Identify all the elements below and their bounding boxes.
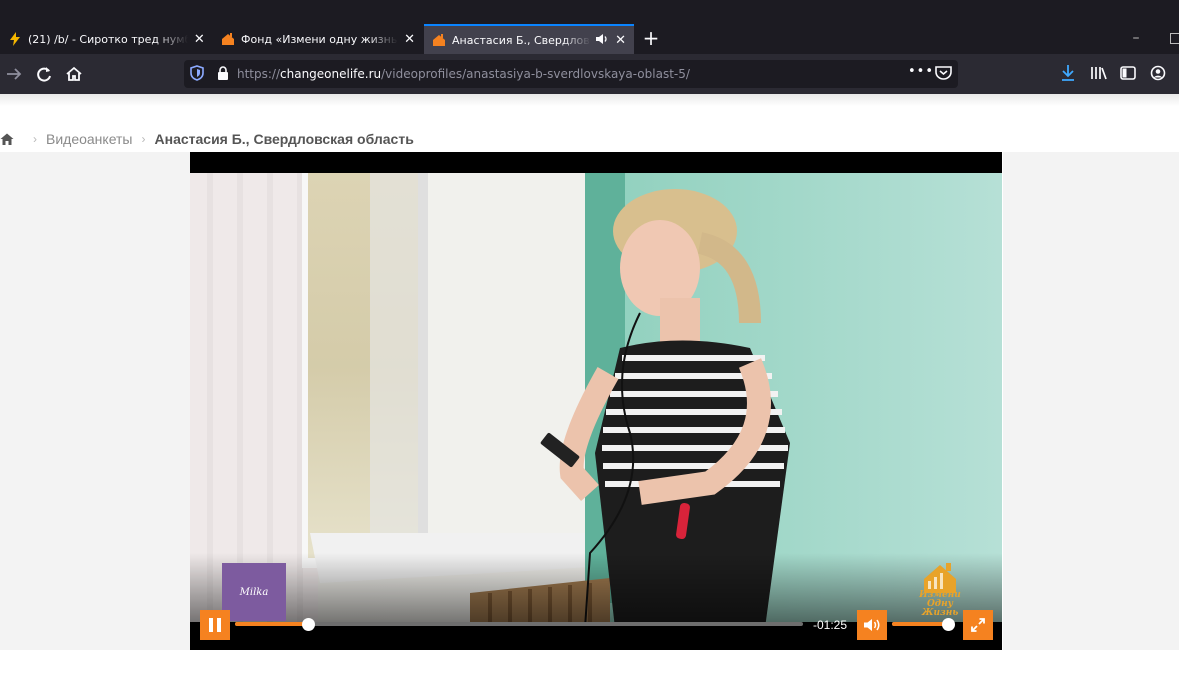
library-icon[interactable] (1090, 66, 1108, 80)
close-icon[interactable]: ✕ (615, 33, 626, 48)
breadcrumb-current: Анастасия Б., Свердловская область (154, 131, 414, 147)
volume-slider-fill (892, 622, 949, 626)
url-host: changeonelife.ru (280, 67, 382, 81)
fullscreen-icon (971, 618, 985, 632)
seek-bar-progress (235, 622, 309, 626)
account-icon[interactable] (1150, 65, 1166, 81)
lightning-icon (8, 32, 22, 46)
pause-button[interactable] (200, 610, 230, 640)
reload-icon[interactable] (34, 64, 54, 84)
chevron-right-icon: › (141, 132, 146, 146)
milka-badge: Milka (222, 563, 286, 621)
url-scheme: https:// (237, 67, 281, 81)
sidebar-icon[interactable] (1120, 66, 1136, 80)
watermark-word: Жизнь (921, 608, 959, 618)
tab-strip: (21) /b/ - Сиротко тред нумбе ✕ Фонд «Из… (0, 24, 1179, 54)
new-tab-button[interactable]: + (640, 27, 662, 51)
url-text[interactable]: https://changeonelife.ru/videoprofiles/a… (237, 66, 690, 82)
home-icon[interactable] (0, 132, 14, 146)
video-frame[interactable]: Milka Измени Одну Жизнь (190, 173, 1002, 628)
close-icon[interactable]: ✕ (194, 32, 205, 47)
tab-title: Фонд «Измени одну жизнь»: в (241, 32, 398, 46)
house-logo-icon (924, 563, 956, 593)
home-icon[interactable] (64, 64, 84, 84)
speaker-icon[interactable] (595, 33, 609, 48)
seek-bar[interactable] (235, 618, 803, 631)
url-path: /videoprofiles/anastasiya-b-sverdlovskay… (381, 67, 690, 81)
tab-anastasiya[interactable]: Анастасия Б., Свердловска ✕ (424, 24, 634, 54)
toolbar-shadow (0, 94, 1179, 106)
tab-fond[interactable]: Фонд «Измени одну жизнь»: в ✕ (213, 24, 423, 54)
close-icon[interactable]: ✕ (404, 32, 415, 47)
volume-icon (864, 619, 880, 631)
page-background-right (1003, 152, 1179, 650)
tab-title: Анастасия Б., Свердловска (452, 33, 591, 47)
download-icon[interactable] (1060, 64, 1076, 82)
video-still (190, 173, 1002, 628)
house-logo-icon (432, 33, 446, 47)
page-actions-icon[interactable]: ••• (908, 64, 934, 79)
pocket-icon[interactable] (935, 65, 952, 80)
mute-button[interactable] (857, 610, 887, 640)
tab-sirotko[interactable]: (21) /b/ - Сиротко тред нумбе ✕ (0, 24, 213, 54)
watermark-logo: Измени Одну Жизнь (910, 561, 970, 627)
fullscreen-button[interactable] (963, 610, 993, 640)
minimize-button[interactable]: – (1128, 30, 1144, 46)
time-remaining: -01:25 (813, 618, 848, 632)
maximize-button[interactable] (1170, 33, 1179, 44)
chevron-right-icon: › (33, 132, 37, 146)
house-logo-icon (221, 32, 235, 46)
breadcrumb-link-videoprofiles[interactable]: Видеоанкеты (46, 131, 133, 147)
window-titlebar (0, 0, 1179, 24)
tracking-shield-icon[interactable] (190, 65, 204, 81)
lock-icon[interactable] (217, 66, 229, 80)
video-player[interactable]: Milka Измени Одну Жизнь (190, 152, 1002, 650)
forward-icon[interactable] (4, 64, 24, 84)
tab-title: (21) /b/ - Сиротко тред нумбе (28, 32, 188, 46)
pause-icon (209, 618, 221, 632)
breadcrumb: › Видеоанкеты › Анастасия Б., Свердловск… (0, 130, 414, 148)
volume-slider[interactable] (892, 618, 956, 631)
page-background-left (0, 152, 190, 650)
